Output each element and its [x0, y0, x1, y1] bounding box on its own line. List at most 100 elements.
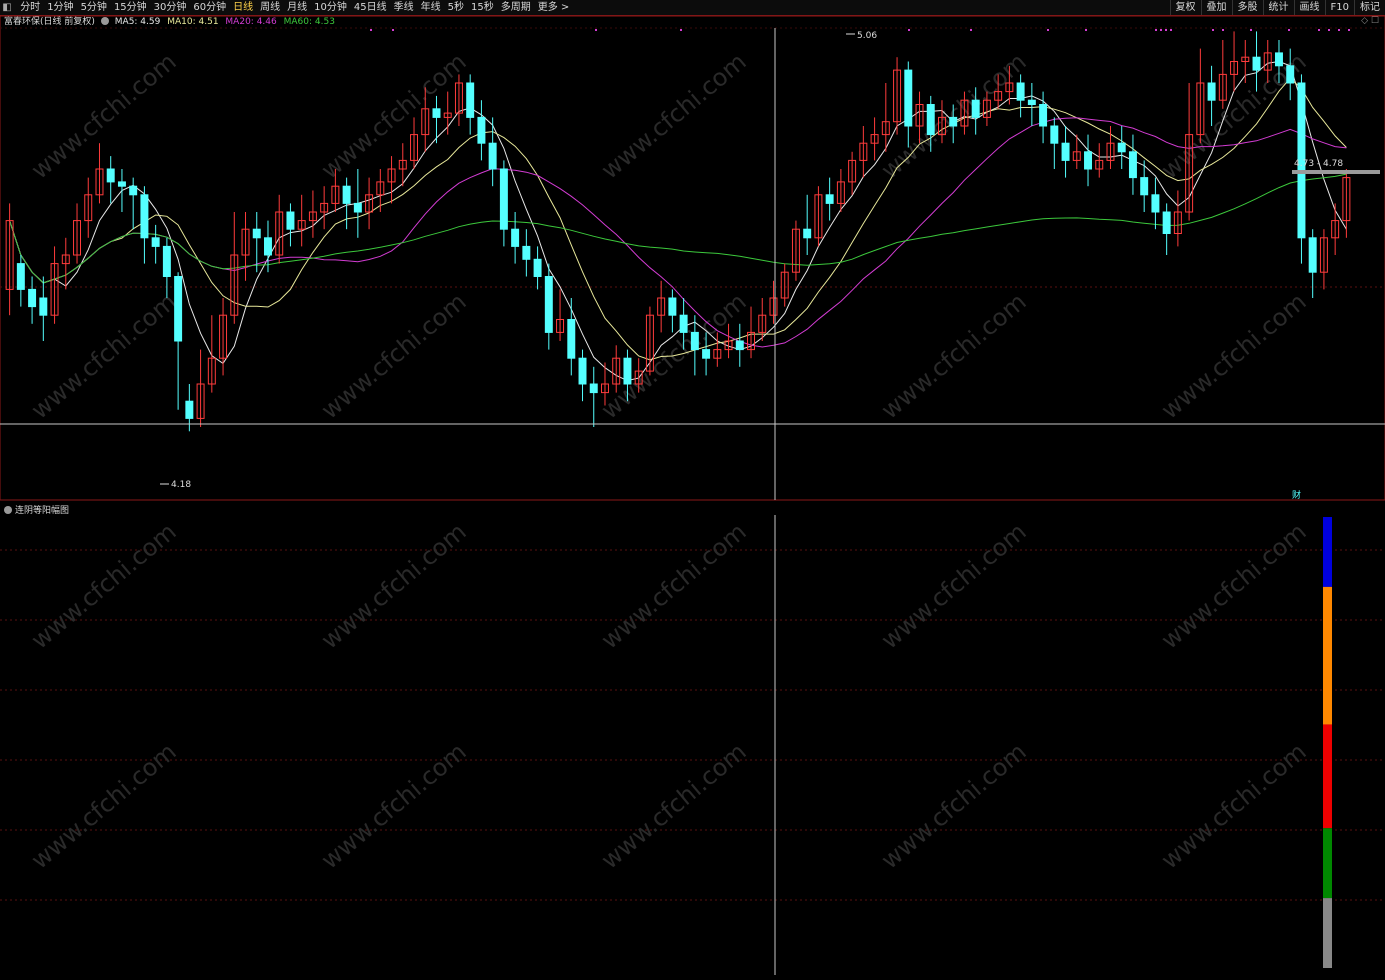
candle-body [578, 357, 587, 385]
candle-body [567, 319, 576, 359]
candle-body [342, 185, 351, 204]
watermark-text: www.cfchi.com [316, 517, 472, 654]
candle-body [174, 276, 183, 342]
candle-body [1308, 237, 1317, 273]
candlestick-layer [5, 31, 1351, 432]
candle-body [589, 383, 598, 394]
indicator-bars [1323, 517, 1332, 968]
watermark-text: www.cfchi.com [596, 517, 752, 654]
finance-marker: 财 [1292, 489, 1301, 501]
candle-body [690, 331, 699, 351]
candle-body [1027, 99, 1036, 105]
candle-body [1286, 65, 1295, 84]
candle-body [904, 69, 913, 127]
candle-body [28, 288, 37, 308]
candle-body [1016, 82, 1025, 101]
watermark-text: www.cfchi.com [596, 737, 752, 874]
event-marker [392, 29, 394, 31]
candle-body [499, 168, 508, 230]
candle-body [16, 263, 25, 290]
candle-body [252, 228, 261, 239]
candle-body [1039, 104, 1048, 127]
event-marker [680, 29, 682, 31]
low-price-label: 4.18 [171, 480, 191, 490]
watermark-text: www.cfchi.com [876, 47, 1032, 184]
event-marker [1170, 29, 1172, 31]
candle-body [140, 194, 149, 239]
candle-body [432, 108, 441, 118]
indicator-bar [1323, 517, 1332, 587]
event-marker [595, 29, 597, 31]
event-marker [370, 29, 372, 31]
candle-body [1140, 177, 1149, 196]
candle-body [1162, 211, 1171, 234]
candle-body [971, 99, 980, 118]
candle-body [1207, 82, 1216, 101]
candle-body [1050, 125, 1059, 144]
candle-body [735, 340, 744, 351]
candle-body [825, 194, 834, 204]
candle-body [623, 357, 632, 385]
candle-body [1084, 151, 1092, 170]
candle-body [106, 168, 115, 183]
candle-body [151, 237, 160, 247]
candle-body [926, 104, 935, 136]
candle-body [679, 314, 688, 333]
event-marker [1085, 29, 1087, 31]
watermark-text: www.cfchi.com [876, 287, 1032, 424]
event-marker [1318, 29, 1320, 31]
event-marker [1165, 29, 1167, 31]
candle-body [162, 245, 171, 277]
watermark-text: www.cfchi.com [26, 517, 182, 654]
candle-body [477, 116, 486, 144]
ma20-line [9, 117, 1347, 348]
watermark-text: www.cfchi.com [1156, 287, 1312, 424]
indicator-bar [1323, 898, 1332, 968]
candle-body [1252, 56, 1261, 71]
candle-body [129, 185, 138, 196]
event-marker [1288, 29, 1290, 31]
watermark-text: www.cfchi.com [26, 287, 182, 424]
watermark-text: www.cfchi.com [596, 47, 752, 184]
candle-body [702, 349, 711, 359]
candle-body [39, 297, 48, 316]
candle-body [466, 82, 475, 118]
watermark-text: www.cfchi.com [876, 737, 1032, 874]
candle-body [1275, 52, 1283, 67]
candle-body [668, 297, 677, 316]
candle-body [1128, 151, 1137, 179]
event-marker [970, 29, 972, 31]
watermark-layer: www.cfchi.com www.cfchi.com www.cfchi.com w… [26, 47, 1312, 874]
event-marker [1160, 29, 1162, 31]
candle-body [117, 181, 126, 187]
event-marker [1222, 29, 1224, 31]
event-marker [1250, 29, 1252, 31]
event-marker [908, 29, 910, 31]
range-label: 4.73 - 4.78 [1294, 159, 1343, 169]
watermark-text: www.cfchi.com [876, 517, 1032, 654]
candle-body [1117, 142, 1126, 153]
indicator-bar [1323, 724, 1332, 829]
candle-body [533, 258, 542, 277]
price-labels: 5.06 4.18 4.73 - 4.78 财 [160, 29, 1350, 501]
candle-body [803, 228, 812, 239]
watermark-text: www.cfchi.com [1156, 517, 1312, 654]
candle-body [522, 245, 531, 260]
event-marker [1338, 29, 1340, 31]
watermark-text: www.cfchi.com [26, 737, 182, 874]
watermark-text: www.cfchi.com [26, 47, 182, 184]
stock-chart[interactable]: www.cfchi.com www.cfchi.com www.cfchi.com w… [0, 0, 1385, 980]
watermark-text: www.cfchi.com [316, 47, 472, 184]
candle-body [264, 237, 272, 256]
event-marker [1155, 29, 1157, 31]
candle-body [1061, 142, 1070, 161]
candle-body [488, 142, 497, 170]
event-marker [1047, 29, 1049, 31]
candle-body [544, 276, 553, 333]
high-price-label: 5.06 [857, 31, 877, 41]
indicator-bar [1323, 828, 1332, 899]
event-marker [1348, 29, 1350, 31]
event-marker [1328, 29, 1330, 31]
candle-body [949, 116, 958, 127]
candle-body [185, 400, 194, 419]
